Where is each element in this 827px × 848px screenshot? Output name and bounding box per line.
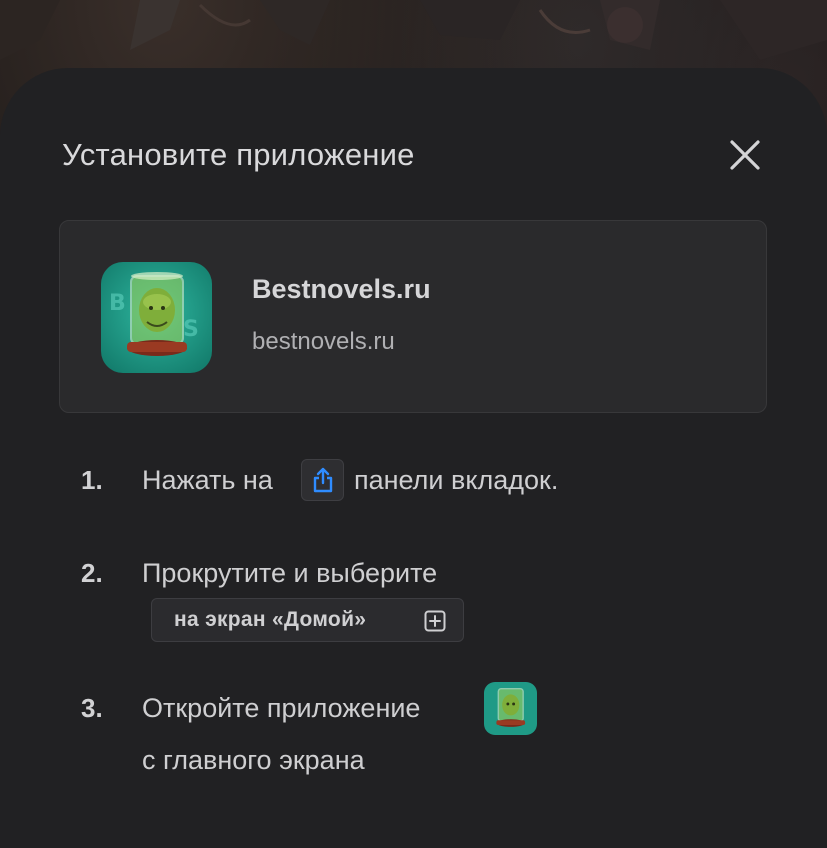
app-card: B S Bestnovels.ru bestnovels.ru: [59, 220, 767, 413]
app-logo-icon: [484, 682, 537, 735]
app-logo-icon: B S: [101, 262, 212, 373]
share-icon: [313, 467, 332, 493]
app-url: bestnovels.ru: [252, 328, 395, 355]
svg-text:B: B: [109, 291, 126, 316]
share-icon-badge: [301, 459, 344, 501]
install-app-sheet: [0, 68, 827, 848]
close-icon: [730, 140, 760, 170]
step-2-number: 2.: [81, 558, 103, 588]
step-1-text-after: панели вкладок.: [354, 465, 559, 495]
sheet-title: Установите приложение: [62, 137, 415, 172]
step-1-text-before: Нажать на: [142, 465, 273, 495]
app-name: Bestnovels.ru: [252, 274, 431, 304]
step-2-text: Прокрутите и выберите: [142, 558, 438, 588]
step-3-text-line1: Откройте приложение: [142, 693, 421, 723]
add-to-home-label: на экран «Домой»: [174, 608, 367, 631]
step-3-text-line2: с главного экрана: [142, 745, 365, 775]
add-square-icon: [424, 610, 446, 632]
step-1-number: 1.: [81, 465, 103, 495]
close-button[interactable]: [722, 132, 768, 178]
svg-text:S: S: [183, 317, 199, 342]
step-3-number: 3.: [81, 693, 103, 723]
add-to-home-chip: на экран «Домой»: [151, 598, 464, 642]
